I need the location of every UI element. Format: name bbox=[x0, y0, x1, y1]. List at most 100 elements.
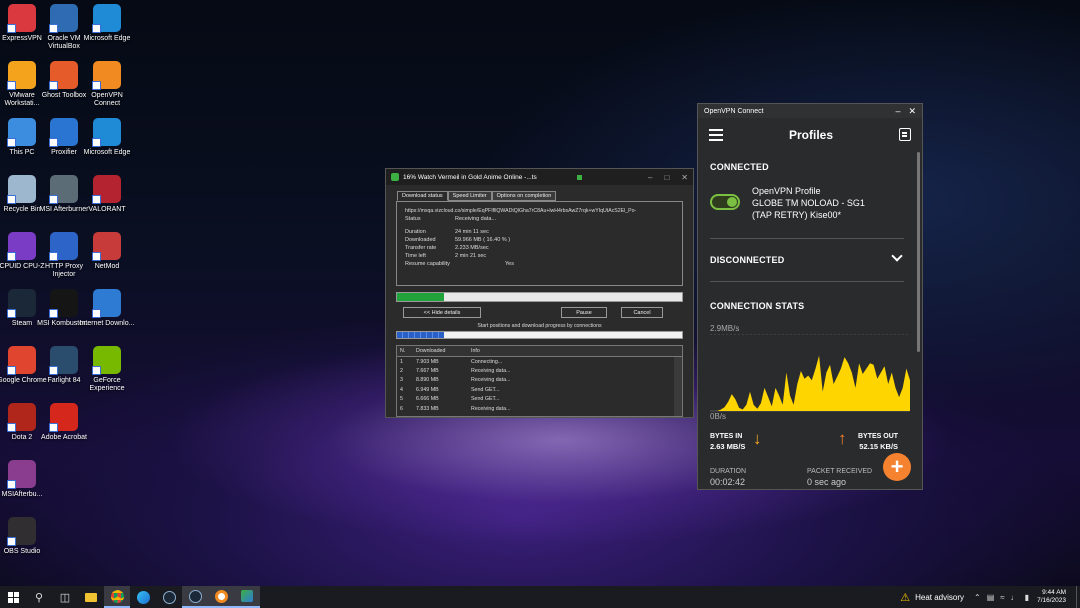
bytes-in-label: BYTES IN bbox=[710, 433, 743, 440]
windows-start-icon[interactable] bbox=[0, 586, 26, 608]
table-row[interactable]: 3 8.890 MB Receiving data... bbox=[397, 376, 682, 385]
virtualbox-icon bbox=[49, 4, 78, 33]
table-row[interactable]: 2 7.667 MB Receiving data... bbox=[397, 366, 682, 375]
profile-server: GLOBE TM NOLOAD - SG1 bbox=[752, 198, 865, 208]
weather-text[interactable]: Heat advisory bbox=[915, 593, 964, 602]
packet-block: PACKET RECEIVED 0 sec ago bbox=[807, 466, 872, 488]
search-icon[interactable]: ⚲ bbox=[26, 586, 52, 608]
arrow-down-icon: ↓ bbox=[753, 429, 762, 448]
tab-options-on-completion[interactable]: Options on completion bbox=[491, 191, 557, 201]
toggle-knob bbox=[727, 197, 737, 207]
cell-info: Receiving data... bbox=[471, 377, 511, 384]
openvpn-window[interactable]: OpenVPN Connect – ✕ Profiles CONNECTED O… bbox=[697, 103, 923, 490]
download-progress-bar bbox=[396, 292, 683, 302]
edge-taskbar-icon[interactable] bbox=[130, 586, 156, 608]
table-row[interactable]: 5 6.666 MB Send GET... bbox=[397, 395, 682, 404]
table-row[interactable]: 4 6.949 MB Send GET... bbox=[397, 385, 682, 394]
connected-heading: CONNECTED bbox=[710, 162, 769, 172]
file-explorer-icon[interactable] bbox=[78, 586, 104, 608]
idm-download-window[interactable]: 16% Watch Vermeil in Gold Anime Online -… bbox=[385, 168, 694, 418]
import-profile-icon[interactable] bbox=[899, 128, 911, 141]
minimize-icon[interactable]: – bbox=[895, 106, 900, 117]
col-header-n[interactable]: N. bbox=[397, 348, 412, 354]
tab-download-status[interactable]: Download status bbox=[397, 191, 448, 201]
expressvpn-icon bbox=[7, 4, 36, 33]
steam-taskbar-icon[interactable] bbox=[156, 586, 182, 608]
cell-downloaded: 6.949 MB bbox=[416, 386, 439, 393]
cell-number: 1 bbox=[400, 358, 403, 365]
graph-max-label: 2.9MB/s bbox=[710, 324, 740, 333]
table-row[interactable]: 6 7.833 MB Receiving data... bbox=[397, 404, 682, 413]
idm-taskbar-icon[interactable] bbox=[234, 586, 260, 608]
volume-icon[interactable]: ♩ bbox=[1011, 593, 1019, 602]
connection-toggle[interactable] bbox=[710, 194, 740, 210]
desktop-shortcut[interactable]: Adobe Acrobat bbox=[36, 403, 92, 442]
clock[interactable]: 9:44 AM 7/16/2023 bbox=[1037, 589, 1066, 605]
cell-info: Receiving data... bbox=[471, 405, 511, 412]
table-row[interactable]: 1 7.903 MB Connecting... bbox=[397, 357, 682, 366]
task-view-icon[interactable]: ◫ bbox=[52, 586, 78, 608]
openvpn-title-bar[interactable]: OpenVPN Connect – ✕ bbox=[698, 104, 922, 118]
show-desktop-button[interactable] bbox=[1076, 586, 1080, 608]
col-header-downloaded[interactable]: Downloaded bbox=[412, 348, 467, 354]
cell-downloaded: 7.903 MB bbox=[416, 358, 439, 365]
dota2-icon bbox=[7, 403, 36, 432]
desktop-shortcut[interactable]: Microsoft Edge bbox=[79, 4, 135, 43]
tab-speed-limiter[interactable]: Speed Limiter bbox=[447, 191, 492, 201]
openvpn-scrollbar[interactable] bbox=[917, 152, 920, 352]
connections-scrollbar[interactable] bbox=[674, 357, 682, 416]
cell-downloaded: 7.833 MB bbox=[416, 405, 439, 412]
pause-button[interactable]: Pause bbox=[561, 307, 607, 318]
desktop-shortcut[interactable]: MSIAfterbu... bbox=[0, 460, 50, 499]
add-profile-button[interactable]: + bbox=[883, 453, 911, 481]
connections-progress-fill bbox=[397, 332, 444, 338]
cell-number: 6 bbox=[400, 405, 403, 412]
profile-info[interactable]: OpenVPN Profile GLOBE TM NOLOAD - SG1 (T… bbox=[752, 185, 865, 221]
geforce-icon bbox=[92, 346, 121, 375]
network-icon[interactable]: ▤ bbox=[987, 593, 995, 602]
idm-title-bar[interactable]: 16% Watch Vermeil in Gold Anime Online -… bbox=[386, 169, 693, 185]
duration-value: 24 min 11 sec bbox=[455, 229, 489, 235]
maximize-icon[interactable]: □ bbox=[664, 173, 669, 182]
system-tray: ⚠ Heat advisory ⌃ ▤ ≈ ♩ ▮ 9:44 AM 7/16/2… bbox=[900, 586, 1080, 608]
desktop-shortcut-label: Microsoft Edge bbox=[83, 149, 131, 156]
steam-running-icon[interactable] bbox=[182, 586, 208, 608]
tray-overflow-icon[interactable]: ⌃ bbox=[974, 593, 981, 602]
chrome-taskbar-icon[interactable] bbox=[104, 586, 130, 608]
desktop-shortcut[interactable]: NetMod bbox=[79, 232, 135, 271]
traffic-graph bbox=[710, 334, 910, 412]
bytes-in-block: BYTES IN 2.63 MB/S bbox=[710, 432, 745, 452]
proxifier-icon bbox=[49, 118, 78, 147]
desktop-shortcut[interactable]: Internet Downlo... bbox=[79, 289, 135, 328]
steam-icon bbox=[7, 289, 36, 318]
time-left-value: 2 min 21 sec bbox=[455, 253, 487, 259]
openvpn-taskbar-icon[interactable] bbox=[208, 586, 234, 608]
desktop-shortcut[interactable]: OpenVPN Connect bbox=[79, 61, 135, 108]
page-title: Profiles bbox=[788, 127, 833, 142]
chevron-down-icon[interactable] bbox=[891, 250, 903, 262]
close-icon[interactable]: ✕ bbox=[908, 106, 916, 117]
warning-icon: ⚠ bbox=[900, 591, 911, 604]
cell-info: Send GET... bbox=[471, 386, 500, 393]
cancel-button[interactable]: Cancel bbox=[621, 307, 663, 318]
desktop-shortcut[interactable]: Microsoft Edge bbox=[79, 118, 135, 157]
clock-time: 9:44 AM bbox=[1042, 589, 1066, 596]
minimize-icon[interactable]: – bbox=[648, 173, 652, 182]
desktop-shortcut-label: Microsoft Edge bbox=[83, 35, 131, 42]
openvpn-header: Profiles bbox=[698, 118, 922, 151]
bytes-in-value: 2.63 MB/S bbox=[710, 442, 746, 451]
acrobat-icon bbox=[49, 403, 78, 432]
desktop-shortcut[interactable]: VALORANT bbox=[79, 175, 135, 214]
clock-date: 7/16/2023 bbox=[1037, 597, 1066, 604]
hide-details-button[interactable]: << Hide details bbox=[403, 307, 481, 318]
desktop-shortcut[interactable]: OBS Studio bbox=[0, 517, 50, 556]
ghost-toolbox-icon bbox=[49, 61, 78, 90]
packet-received-value: 0 sec ago bbox=[807, 477, 847, 487]
cpuz-icon bbox=[7, 232, 36, 261]
desktop-shortcut[interactable]: GeForce Experience bbox=[79, 346, 135, 393]
hamburger-menu-icon[interactable] bbox=[709, 128, 723, 141]
battery-icon[interactable]: ▮ bbox=[1025, 593, 1029, 602]
wifi-icon[interactable]: ≈ bbox=[1000, 593, 1004, 602]
close-icon[interactable]: ✕ bbox=[681, 173, 688, 182]
col-header-info[interactable]: Info bbox=[467, 348, 682, 354]
